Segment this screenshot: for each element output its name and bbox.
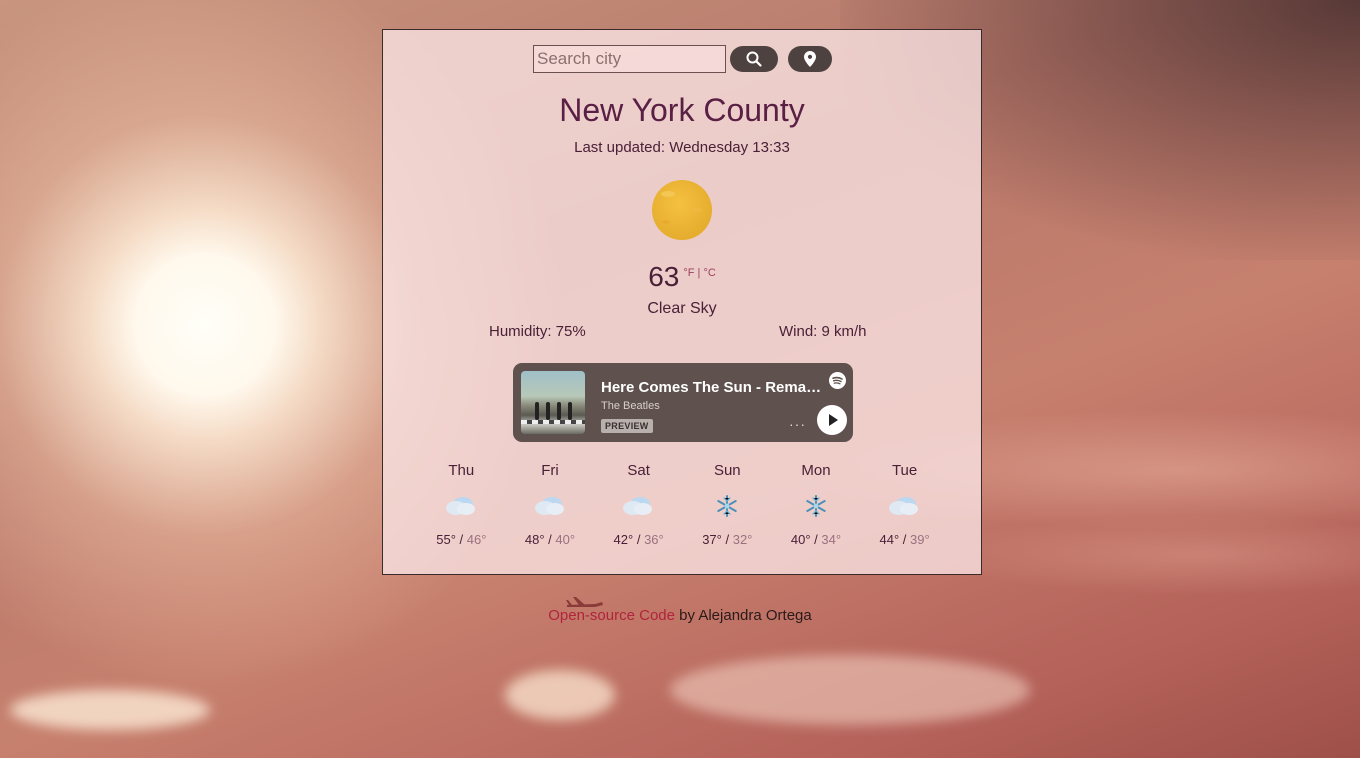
background-cloud bbox=[505, 670, 615, 720]
footer-author: by Alejandra Ortega bbox=[674, 607, 812, 624]
forecast-day: Thu 55° / 46° bbox=[417, 462, 506, 552]
spotify-logo-icon[interactable] bbox=[829, 372, 846, 389]
location-pin-icon bbox=[804, 51, 816, 67]
forecast-day: Fri 48° / 40° bbox=[506, 462, 595, 552]
source-code-link[interactable]: Open-source Code bbox=[548, 607, 675, 624]
forecast-high: 40° bbox=[790, 532, 811, 547]
forecast-temps: 48° / 40° bbox=[524, 532, 576, 547]
sun-icon bbox=[652, 180, 712, 240]
forecast-list: Thu 55° / 46° Fri 48° / 40° Sat 42° / 36… bbox=[417, 462, 949, 552]
play-button[interactable] bbox=[817, 405, 847, 435]
forecast-day: Sat 42° / 36° bbox=[594, 462, 683, 552]
forecast-low: 39° bbox=[910, 532, 930, 547]
forecast-temps: 40° / 34° bbox=[790, 532, 842, 547]
current-temperature: 63 bbox=[648, 261, 680, 292]
forecast-temps: 44° / 39° bbox=[879, 532, 930, 547]
album-cover bbox=[521, 371, 585, 434]
temperature-row: 63 °F | °C bbox=[383, 261, 981, 293]
snowflake-icon bbox=[772, 482, 861, 518]
current-location-button[interactable] bbox=[788, 46, 832, 72]
cloud-icon bbox=[417, 482, 506, 518]
city-name: New York County bbox=[559, 92, 805, 128]
forecast-day-name: Tue bbox=[891, 462, 918, 479]
forecast-day: Tue 44° / 39° bbox=[860, 462, 949, 552]
weather-card: New York County Last updated: Wednesday … bbox=[382, 29, 982, 575]
footer: Open-source Code by Alejandra Ortega bbox=[0, 607, 1360, 624]
forecast-low: 36° bbox=[644, 532, 664, 547]
forecast-high: 48° bbox=[524, 532, 545, 547]
forecast-high: 55° bbox=[436, 532, 456, 547]
search-input[interactable] bbox=[533, 45, 726, 73]
forecast-low: 32° bbox=[732, 532, 753, 547]
forecast-day-name: Sun bbox=[713, 462, 741, 479]
forecast-temps: 55° / 46° bbox=[436, 532, 487, 547]
forecast-day-name: Thu bbox=[448, 462, 475, 479]
forecast-temps: 42° / 36° bbox=[613, 532, 664, 547]
humidity: Humidity: 75% bbox=[489, 323, 586, 340]
forecast-high: 44° bbox=[879, 532, 900, 547]
last-updated: Last updated: Wednesday 13:33 bbox=[574, 139, 790, 156]
spotify-player: Here Comes The Sun - Remastered 2009 The… bbox=[513, 363, 853, 442]
forecast-day-name: Mon bbox=[801, 462, 831, 479]
unit-toggle[interactable]: °F | °C bbox=[683, 267, 715, 279]
cloud-icon bbox=[506, 482, 595, 518]
track-title[interactable]: Here Comes The Sun - Remastered 2009 bbox=[601, 379, 823, 396]
forecast-day: Sun 37° / 32° bbox=[683, 462, 772, 552]
forecast-day: Mon 40° / 34° bbox=[772, 462, 861, 552]
forecast-day-name: Sat bbox=[627, 462, 650, 479]
background-cloud bbox=[670, 655, 1030, 725]
forecast-high: 37° bbox=[702, 532, 722, 547]
cloud-icon bbox=[594, 482, 683, 518]
track-artist[interactable]: The Beatles bbox=[601, 400, 660, 412]
cloud-icon bbox=[860, 482, 949, 518]
snowflake-icon bbox=[683, 482, 772, 518]
forecast-day-name: Fri bbox=[541, 462, 559, 479]
search-icon bbox=[746, 51, 762, 67]
search-button[interactable] bbox=[730, 46, 778, 72]
forecast-low: 34° bbox=[821, 532, 842, 547]
forecast-temps: 37° / 32° bbox=[702, 532, 753, 547]
more-options-icon[interactable]: ··· bbox=[789, 416, 806, 432]
forecast-low: 46° bbox=[466, 532, 487, 547]
background-cloud bbox=[10, 690, 210, 730]
wind-speed: Wind: 9 km/h bbox=[779, 323, 867, 340]
play-icon bbox=[829, 414, 838, 426]
search-bar bbox=[383, 45, 981, 73]
weather-description: Clear Sky bbox=[647, 300, 717, 317]
forecast-high: 42° bbox=[613, 532, 634, 547]
forecast-low: 40° bbox=[555, 532, 576, 547]
preview-badge: PREVIEW bbox=[601, 419, 653, 433]
